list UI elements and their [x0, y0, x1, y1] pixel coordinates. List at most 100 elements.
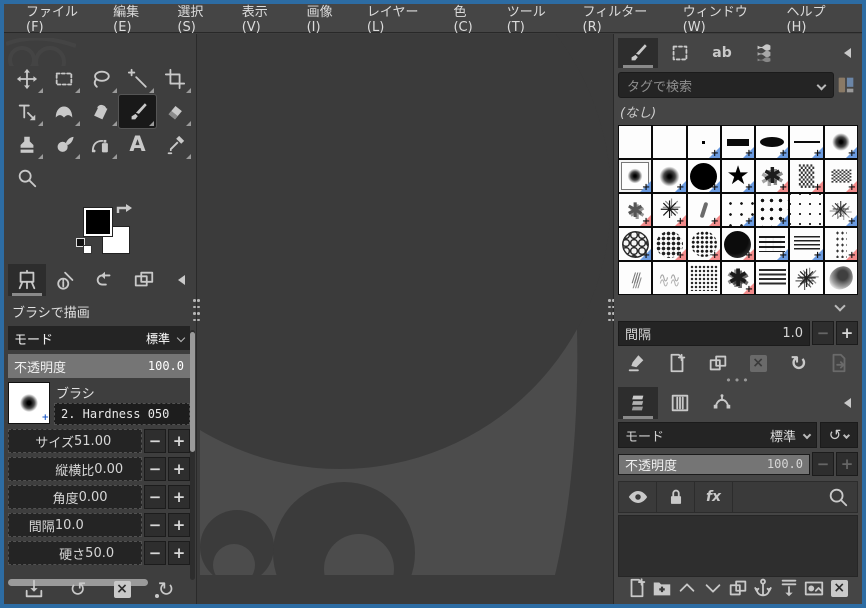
hardness-slider[interactable]: 硬さ 50.0 — [8, 541, 142, 565]
brush-cell[interactable]: + — [824, 194, 857, 226]
brush-cell[interactable]: + — [653, 228, 686, 260]
raise-layer-button[interactable] — [675, 576, 700, 600]
filter-effects-button[interactable]: fx — [695, 482, 733, 512]
smudge-tool[interactable] — [45, 128, 82, 161]
spacing-slider[interactable]: 間隔 10.0 — [8, 513, 142, 537]
filter-visibility-button[interactable] — [619, 482, 657, 512]
brush-cell[interactable]: + — [790, 126, 823, 158]
tag-search-input[interactable]: タグで検索 — [618, 72, 834, 98]
foreground-color-swatch[interactable] — [83, 207, 113, 237]
tab-tool-options[interactable] — [8, 264, 46, 296]
tag-filter-button[interactable] — [834, 74, 858, 96]
selected-tag-label[interactable]: (なし) — [614, 98, 862, 123]
add-layer-mask-button[interactable] — [801, 576, 826, 600]
brush-thumbnail[interactable]: + — [8, 382, 50, 424]
brush-spacing-plus-button[interactable]: + — [836, 321, 858, 345]
duplicate-layer-button[interactable] — [725, 576, 750, 600]
brush-cell[interactable]: + — [824, 262, 857, 294]
brush-cell[interactable]: + — [619, 228, 652, 260]
bucket-fill-tool[interactable] — [82, 95, 119, 128]
brush-cell[interactable]: + — [687, 228, 720, 260]
new-layer-button[interactable] — [624, 576, 649, 600]
open-brush-as-image-button[interactable] — [826, 351, 852, 375]
aspect-slider[interactable]: 縦横比 0.00 — [8, 457, 142, 481]
tool-options-scrollbar[interactable] — [190, 330, 195, 580]
new-layer-group-button[interactable] — [649, 576, 674, 600]
filter-lock-button[interactable] — [657, 482, 695, 512]
brush-cell[interactable]: + — [756, 160, 789, 192]
color-picker-tool[interactable] — [156, 128, 193, 161]
layer-search-button[interactable] — [827, 486, 849, 508]
fuzzy-select-tool[interactable] — [119, 62, 156, 95]
brush-cell[interactable]: + — [824, 228, 857, 260]
lower-layer-button[interactable] — [700, 576, 725, 600]
delete-layer-button[interactable]: × — [827, 576, 852, 600]
brush-cell[interactable]: + — [756, 262, 789, 294]
brush-cell[interactable]: + — [687, 262, 720, 294]
paintbrush-tool[interactable] — [118, 94, 157, 129]
brush-cell[interactable]: + — [619, 262, 652, 294]
layer-opacity-slider[interactable]: 不透明度 100.0 — [618, 453, 810, 475]
brush-cell[interactable]: + — [619, 194, 652, 226]
tab-undo-history[interactable] — [86, 264, 124, 296]
clone-tool[interactable] — [8, 128, 45, 161]
tab-patterns[interactable] — [660, 38, 700, 68]
brush-spacing-minus-button[interactable]: − — [812, 321, 834, 345]
hardness-plus-button[interactable]: + — [168, 541, 190, 565]
tab-gradients[interactable] — [744, 38, 784, 68]
tab-channels[interactable] — [660, 387, 700, 419]
brushes-dock-menu-button[interactable] — [836, 38, 858, 68]
merge-down-button[interactable] — [776, 576, 801, 600]
brush-cell[interactable]: + — [824, 126, 857, 158]
dock-splitter[interactable]: ••• — [614, 374, 862, 387]
tab-brushes[interactable] — [618, 38, 658, 68]
brush-cell[interactable]: + — [653, 126, 686, 158]
brush-cell[interactable]: + — [653, 262, 686, 294]
tab-fonts[interactable]: ab — [702, 38, 742, 68]
brush-cell[interactable]: + — [687, 160, 720, 192]
canvas-area[interactable] — [69, 4, 614, 604]
angle-plus-button[interactable]: + — [168, 485, 190, 509]
duplicate-brush-button[interactable] — [705, 351, 731, 375]
layer-opacity-plus-button[interactable]: + — [836, 452, 858, 476]
brush-spacing-slider[interactable]: 間隔 1.0 — [618, 321, 810, 346]
size-slider[interactable]: サイズ 51.00 — [8, 429, 142, 453]
tab-layers[interactable] — [618, 387, 658, 419]
zoom-tool[interactable] — [8, 161, 45, 194]
brush-cell[interactable]: + — [824, 160, 857, 192]
crop-tool[interactable] — [156, 62, 193, 95]
tab-device-status[interactable] — [47, 264, 85, 296]
angle-minus-button[interactable]: − — [144, 485, 166, 509]
reset-tool-options-button[interactable]: ↻ — [153, 577, 179, 601]
layer-mode-reset-button[interactable]: ↺ — [820, 422, 858, 448]
airbrush-tool[interactable] — [82, 128, 119, 161]
brush-cell[interactable]: + — [756, 126, 789, 158]
brush-cell[interactable]: + — [619, 126, 652, 158]
text-tool[interactable]: A — [119, 128, 156, 161]
eraser-tool[interactable] — [156, 95, 193, 128]
hardness-minus-button[interactable]: − — [144, 541, 166, 565]
edit-brush-button[interactable] — [624, 351, 650, 375]
new-brush-button[interactable] — [664, 351, 690, 375]
delete-brush-button[interactable]: × — [745, 351, 771, 375]
default-colors-icon[interactable] — [76, 238, 92, 254]
rectangle-select-tool[interactable] — [45, 62, 82, 95]
brush-cell[interactable]: + — [721, 160, 755, 192]
brush-cell[interactable]: + — [619, 160, 652, 192]
free-select-tool[interactable] — [82, 62, 119, 95]
swap-colors-icon[interactable] — [116, 204, 132, 218]
brush-cell[interactable]: + — [687, 126, 720, 158]
delete-tool-preset-button[interactable]: × — [109, 577, 135, 601]
spacing-plus-button[interactable]: + — [168, 513, 190, 537]
refresh-brushes-button[interactable]: ↻ — [786, 351, 812, 375]
brush-cell[interactable]: + — [653, 194, 686, 226]
brush-cell[interactable]: + — [756, 194, 789, 226]
brush-cell[interactable]: + — [790, 160, 823, 192]
brush-cell[interactable]: + — [790, 228, 823, 260]
mode-row[interactable]: モード 標準 — [8, 326, 190, 350]
aspect-minus-button[interactable]: − — [144, 457, 166, 481]
aspect-plus-button[interactable]: + — [168, 457, 190, 481]
brush-cell[interactable]: + — [790, 262, 823, 294]
brush-cell[interactable]: + — [721, 262, 755, 294]
brush-cell[interactable]: + — [721, 228, 755, 260]
